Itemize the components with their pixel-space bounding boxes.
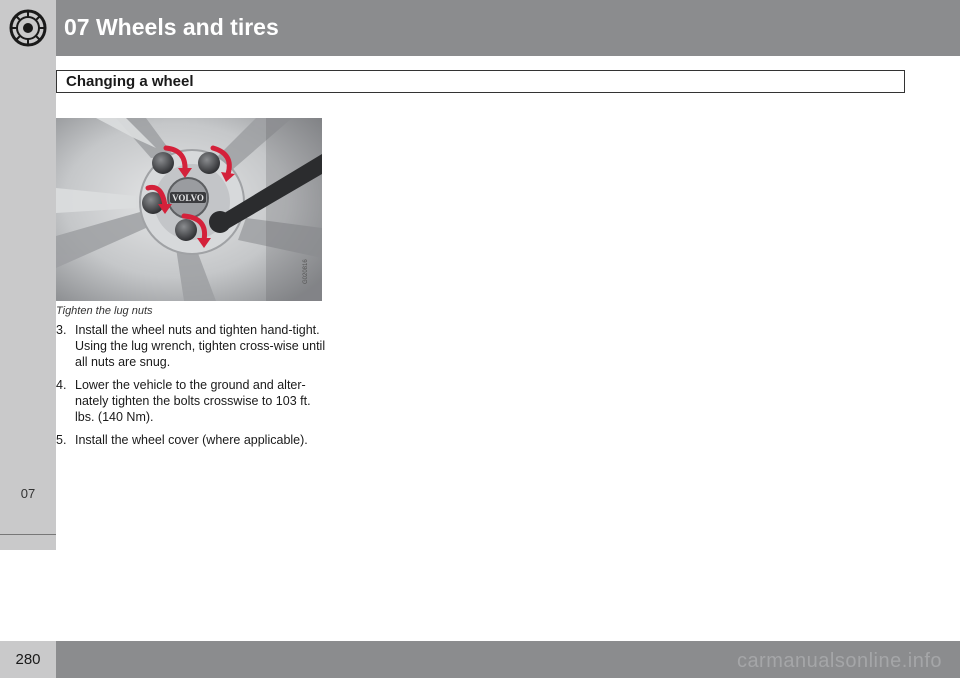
step-text: Lower the vehicle to the ground and alte… (75, 378, 311, 424)
lug-nut-diagram: VOLVO G020816 (56, 118, 322, 301)
step-text: Install the wheel nuts and tighten hand-… (75, 323, 326, 369)
chapter-icon-box (0, 0, 56, 56)
wheel-illustration: VOLVO G020816 (56, 118, 322, 301)
figure-caption: Tighten the lug nuts (56, 305, 153, 317)
chapter-header: 07 Wheels and tires (0, 0, 960, 56)
chapter-title: 07 Wheels and tires (64, 14, 279, 40)
step-item: 5. Install the wheel cover (where applic… (56, 432, 326, 448)
instruction-steps: 3. Install the wheel nuts and tighten ha… (56, 322, 326, 455)
chapter-tab-label: 07 (20, 486, 36, 501)
chapter-tab-divider (0, 534, 56, 535)
watermark: carmanualsonline.info (736, 650, 942, 672)
step-item: 3. Install the wheel nuts and tighten ha… (56, 322, 326, 370)
page-number-box: 280 (0, 641, 56, 678)
section-title: Changing a wheel (66, 73, 194, 90)
step-text: Install the wheel cover (where applicabl… (75, 433, 308, 447)
section-heading-box: Changing a wheel (56, 70, 905, 93)
chapter-side-tab: 07 (0, 56, 56, 550)
step-number: 3. (56, 323, 67, 337)
step-number: 4. (56, 378, 67, 392)
step-item: 4. Lower the vehicle to the ground and a… (56, 377, 326, 425)
image-code: G020816 (303, 259, 309, 284)
step-number: 5. (56, 433, 67, 447)
tire-icon (9, 9, 47, 47)
volvo-logo: VOLVO (172, 193, 204, 203)
page-number: 280 (15, 651, 41, 668)
page-footer: 280 carmanualsonline.info (0, 641, 960, 678)
